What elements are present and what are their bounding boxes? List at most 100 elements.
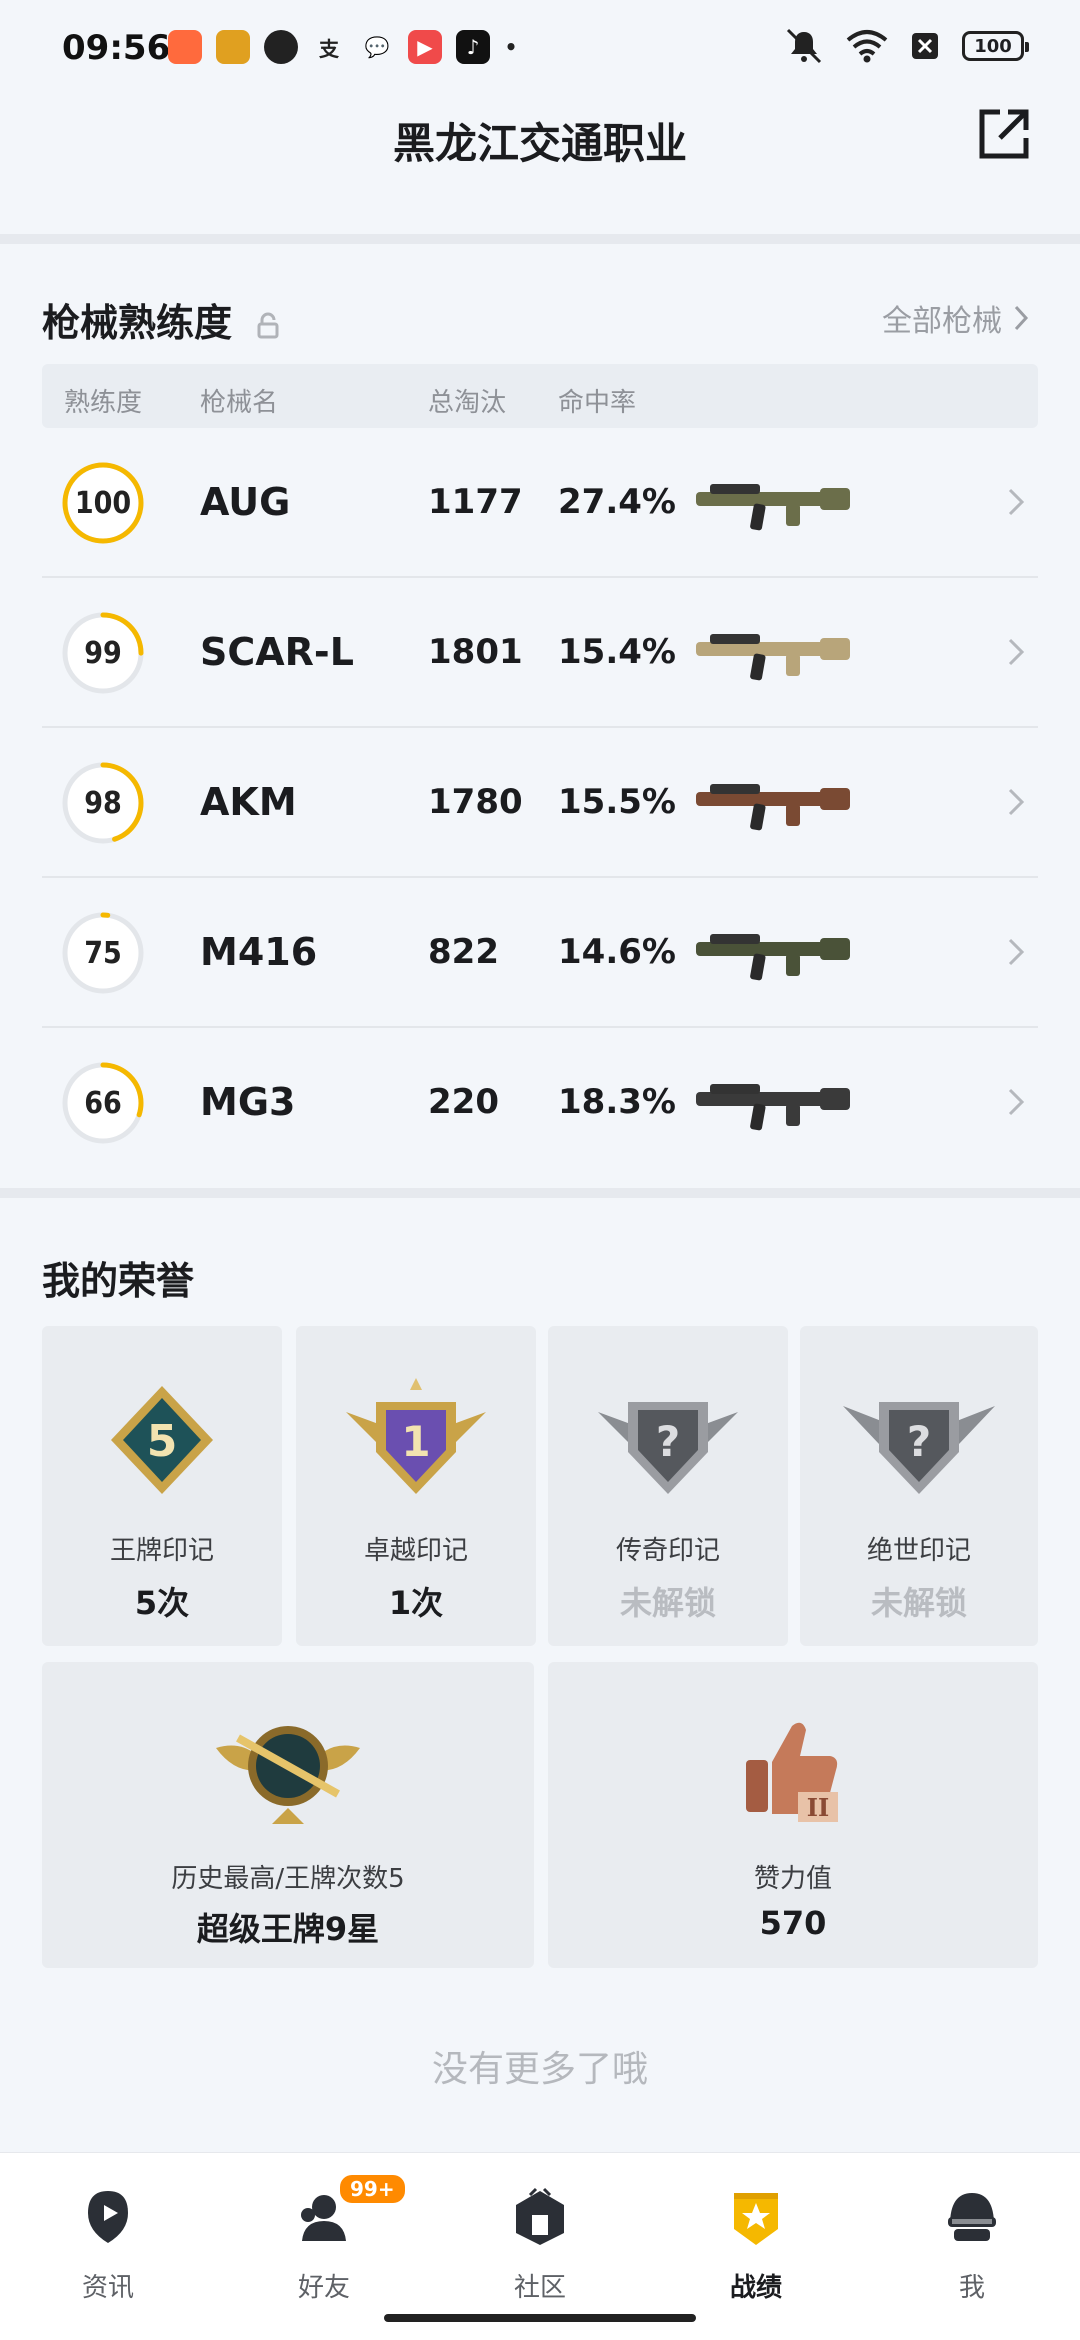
wifi-icon [846, 30, 888, 63]
likes-label: 赞力值 [753, 1864, 832, 1894]
nav-item-friends[interactable]: 99+ 好友 [224, 2167, 424, 2303]
weapon-name: M416 [200, 930, 318, 974]
news-icon [88, 2191, 128, 2243]
proficiency-value: 98 [84, 785, 122, 821]
thumbs-up-icon: II [746, 1722, 838, 1822]
weapon-row[interactable]: 100 AUG 1177 27.4% [42, 428, 1038, 578]
weapon-section-title-text: 枪械熟练度 [42, 301, 233, 345]
honor-tile-likes[interactable]: II 赞力值 570 [548, 1662, 1038, 1968]
chevron-right-icon [1008, 488, 1025, 516]
status-time: 09:56 [62, 28, 171, 68]
share-icon[interactable] [974, 104, 1034, 164]
proficiency-value: 99 [84, 635, 122, 671]
no-more-content-text: 没有更多了哦 [431, 2049, 648, 2090]
nav-item-me[interactable]: 我 [872, 2167, 1072, 2303]
tiktok-icon: ♪ [456, 30, 490, 64]
weapon-image [696, 634, 850, 681]
chevron-right-icon [1014, 305, 1029, 331]
honor-tile-value: 未解锁 [619, 1584, 716, 1622]
excellence-badge-number: 1 [401, 1417, 430, 1466]
weapon-accuracy: 15.5% [558, 782, 676, 822]
nav-item-community[interactable]: 社区 [440, 2167, 640, 2303]
more-dot-icon: • [504, 35, 518, 59]
honor-tile-legend[interactable]: ? 传奇印记 未解锁 [548, 1326, 788, 1646]
bottom-navigation: 资讯 99+ 好友 社区 战绩 我 [0, 2152, 1080, 2340]
section-divider [0, 234, 1080, 244]
app-notification-icon [168, 30, 202, 64]
honor-tile-value: 1次 [388, 1584, 444, 1622]
col-weapon-name: 枪械名 [200, 388, 279, 418]
weapon-kills: 822 [428, 932, 499, 972]
honor-tile-history-best[interactable]: 历史最高/王牌次数5 超级王牌9星 [42, 1662, 534, 1968]
weapon-image [696, 484, 850, 531]
weapon-name: SCAR-L [200, 630, 354, 674]
proficiency-value: 100 [74, 485, 132, 521]
chevron-right-icon [1008, 1088, 1025, 1116]
weapon-kills: 220 [428, 1082, 499, 1122]
nav-label: 我 [958, 2273, 985, 2303]
ace-badge-number: 5 [147, 1416, 178, 1467]
wechat-icon: 💬 [364, 35, 390, 59]
ace-mark-badge: 5 [111, 1386, 213, 1494]
excellence-mark-badge: 1 [346, 1378, 486, 1494]
game-app-icon [216, 30, 250, 64]
status-bar: 09:56 支 💬 ▶ ♪ • 100 [0, 0, 1080, 96]
history-best-label: 历史最高/王牌次数5 [171, 1864, 405, 1894]
proficiency-value: 75 [84, 935, 122, 971]
honor-tile-value: 未解锁 [870, 1584, 967, 1622]
helmet-icon [948, 2193, 996, 2241]
honor-tile-ace[interactable]: 5 王牌印记 5次 [42, 1326, 282, 1646]
weapon-image [696, 934, 850, 981]
honor-tile-peerless[interactable]: ? 绝世印记 未解锁 [800, 1326, 1038, 1646]
honor-tile-label: 卓越印记 [363, 1536, 468, 1566]
svg-text:II: II [807, 1793, 829, 1822]
col-kills: 总淘汰 [428, 388, 507, 418]
weapon-accuracy: 27.4% [558, 482, 676, 522]
proficiency-value: 66 [84, 1085, 122, 1121]
battery-icon: 100 [962, 31, 1029, 61]
nav-label: 社区 [513, 2273, 566, 2303]
weapon-row[interactable]: 98 AKM 1780 15.5% [42, 728, 1038, 878]
sim-icon [912, 33, 938, 59]
shield-app-icon [264, 30, 298, 64]
weapon-name: AKM [200, 780, 297, 824]
nav-label: 战绩 [729, 2273, 782, 2303]
weapon-image [696, 1084, 850, 1131]
weapon-accuracy: 14.6% [558, 932, 676, 972]
all-weapons-label: 全部枪械 [882, 304, 1002, 339]
svg-text:?: ? [907, 1417, 931, 1466]
honor-tile-label: 绝世印记 [866, 1536, 971, 1566]
nav-item-news[interactable]: 资讯 [8, 2167, 208, 2303]
nav-label: 资讯 [81, 2273, 134, 2303]
col-proficiency: 熟练度 [64, 388, 143, 418]
weapon-accuracy: 18.3% [558, 1082, 676, 1122]
weapon-accuracy: 15.4% [558, 632, 676, 672]
honor-tile-value: 5次 [134, 1584, 190, 1622]
weapon-row[interactable]: 75 M416 822 14.6% [42, 878, 1038, 1028]
honor-tile-excellence[interactable]: 1 卓越印记 1次 [296, 1326, 536, 1646]
chevron-right-icon [1008, 788, 1025, 816]
weapon-section-title: 枪械熟练度 [42, 292, 281, 347]
alipay-icon: 支 [319, 36, 339, 61]
community-icon [516, 2187, 564, 2245]
status-app-icons: 支 💬 ▶ ♪ • [168, 30, 518, 64]
weapon-image [696, 784, 850, 831]
friends-badge-count: 99+ [340, 2175, 405, 2203]
likes-value: 570 [759, 1904, 827, 1942]
weapon-kills: 1801 [428, 632, 523, 672]
home-indicator[interactable] [384, 2314, 696, 2322]
weapon-name: AUG [200, 480, 291, 524]
nav-item-stats[interactable]: 战绩 [656, 2167, 856, 2303]
all-weapons-link[interactable]: 全部枪械 [882, 296, 1030, 340]
weapon-kills: 1780 [428, 782, 523, 822]
weapon-table-header: 熟练度 枪械名 总淘汰 命中率 [42, 364, 1038, 428]
peerless-mark-locked-badge: ? [843, 1402, 995, 1494]
weapon-row[interactable]: 66 MG3 220 18.3% [42, 1028, 1038, 1178]
history-best-value: 超级王牌9星 [196, 1910, 380, 1948]
weapon-row[interactable]: 99 SCAR-L 1801 15.4% [42, 578, 1038, 728]
honor-tile-label: 传奇印记 [615, 1536, 720, 1566]
chevron-right-icon [1008, 638, 1025, 666]
chevron-right-icon [1008, 938, 1025, 966]
video-app-icon: ▶ [408, 30, 442, 64]
col-accuracy: 命中率 [558, 388, 637, 418]
